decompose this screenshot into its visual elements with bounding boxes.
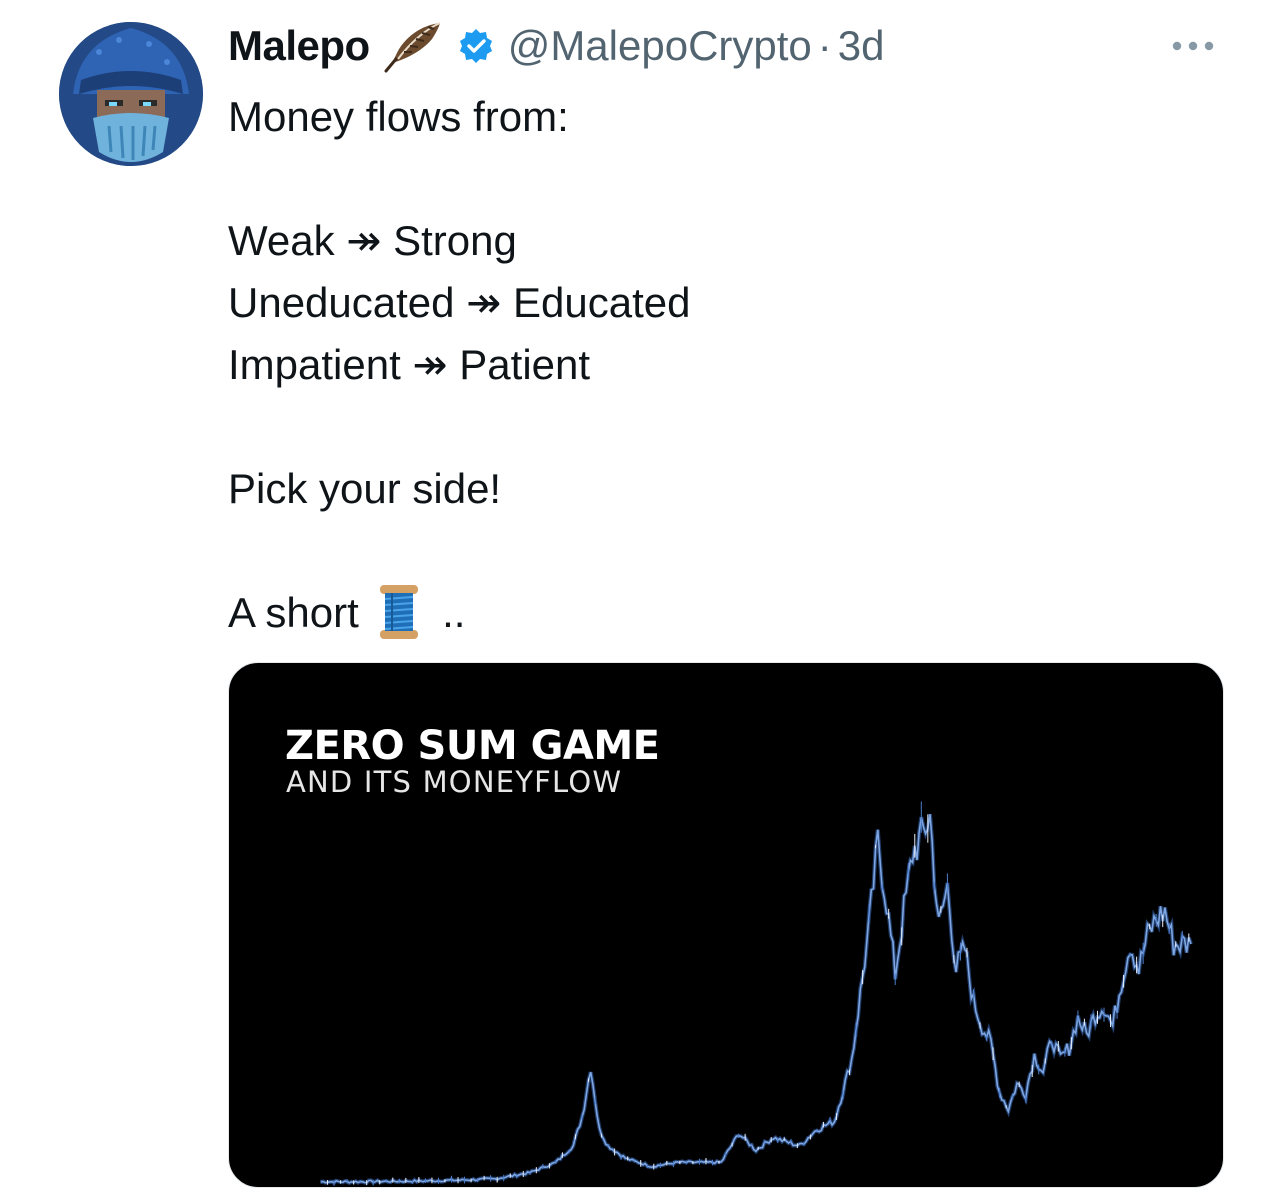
tweet-line-text: A short <box>228 589 359 636</box>
author-avatar[interactable] <box>59 22 203 166</box>
more-options-icon <box>1172 41 1214 51</box>
feather-icon <box>382 19 444 73</box>
author-name[interactable]: Malepo <box>228 22 370 70</box>
tweet-header: Malepo @MalepoCrypto · 3d <box>228 18 1228 74</box>
tweet-line: Money flows from: <box>228 93 569 140</box>
tweet-text: Money flows from: Weak ↠ Strong Uneducat… <box>228 86 1208 644</box>
tweet-line: Impatient ↠ Patient <box>228 341 591 388</box>
tweet-timestamp[interactable]: 3d <box>838 22 885 70</box>
tweet-line: Uneducated ↠ Educated <box>228 279 691 326</box>
verified-badge-icon[interactable] <box>458 28 494 64</box>
media-subtitle: AND ITS MONEYFLOW <box>286 765 623 799</box>
author-handle[interactable]: @MalepoCrypto <box>508 22 812 70</box>
tweet-line: Weak ↠ Strong <box>228 217 517 264</box>
tweet-media-image[interactable]: ZERO SUM GAME AND ITS MONEYFLOW <box>228 662 1224 1188</box>
media-title: ZERO SUM GAME <box>285 723 660 769</box>
more-options-button[interactable] <box>1168 26 1218 66</box>
tweet-line-thread: A short .. <box>228 582 1208 644</box>
spool-of-thread-icon <box>378 583 420 641</box>
tweet-line: Pick your side! <box>228 465 502 512</box>
series-line <box>320 814 1192 1184</box>
meta-separator: · <box>817 22 832 69</box>
tweet-line-ellipsis: .. <box>442 589 466 636</box>
wizard-avatar-icon <box>59 22 203 166</box>
series-line-glow <box>320 813 1193 1186</box>
